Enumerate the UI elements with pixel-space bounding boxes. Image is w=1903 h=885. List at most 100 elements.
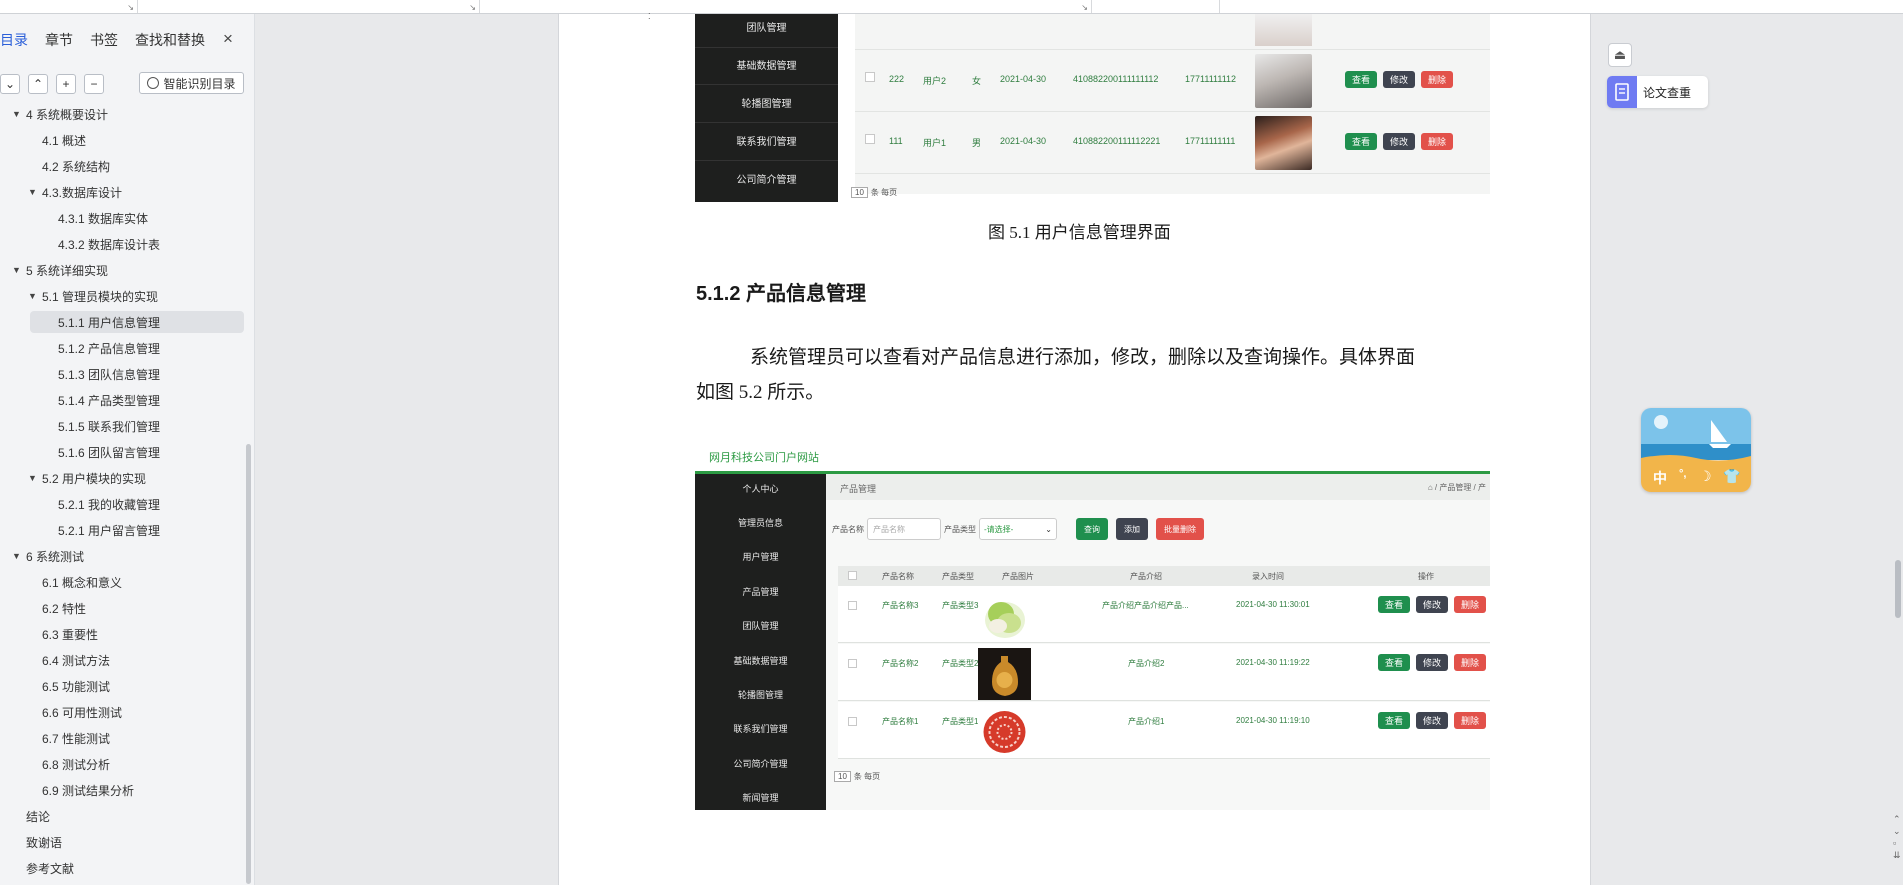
toc-item-label: 6.6 可用性测试 (42, 705, 123, 720)
product-image (978, 648, 1031, 700)
toc-item[interactable]: 6.2 特性 (0, 597, 244, 619)
cell-product-type: 产品类型2 (942, 659, 979, 668)
edit-button[interactable]: 修改 (1416, 654, 1449, 671)
filter-name-label: 产品名称 (832, 524, 864, 534)
menu-item: 公司简介管理 (733, 759, 788, 769)
toc-item[interactable]: 6.7 性能测试 (0, 727, 244, 749)
edit-button[interactable]: 修改 (1383, 133, 1416, 150)
toc-item[interactable]: 4.1 概述 (0, 129, 244, 151)
view-button[interactable]: 查看 (1345, 71, 1378, 88)
delete-button[interactable]: 删除 (1421, 133, 1454, 150)
toc-item[interactable]: 4.3.2 数据库设计表 (30, 233, 244, 255)
collapse-panel-icon[interactable]: ⏏ (1608, 43, 1632, 67)
delete-button[interactable]: 删除 (1454, 654, 1487, 671)
edit-button[interactable]: 修改 (1416, 712, 1449, 729)
ime-chinese-mode[interactable]: 中 (1653, 468, 1667, 488)
chevron-down-icon[interactable]: ⌄ (0, 74, 20, 94)
toolbar-segment[interactable]: ↘ (480, 0, 1092, 13)
plagiarism-check-button[interactable]: 论文查重 (1607, 76, 1708, 108)
figure-5-1-screenshot: 团队管理 基础数据管理 轮播图管理 联系我们管理 公司简介管理 222 用户2 … (695, 14, 1490, 202)
expand-arrow-icon[interactable]: ▼ (12, 265, 21, 275)
toc-item[interactable]: 5.2.1 我的收藏管理 (30, 493, 244, 515)
toc-item[interactable]: 4.3.1 数据库实体 (30, 207, 244, 229)
cell-gender: 女 (972, 76, 982, 86)
toc-item[interactable]: 5.2.1 用户留言管理 (30, 519, 244, 541)
ime-punctuation-mode[interactable]: °, (1679, 468, 1686, 480)
menu-item: 团队管理 (746, 23, 787, 34)
chevron-up-icon[interactable]: ⌃ (28, 74, 48, 94)
toc-item[interactable]: ▼ 4 系统概要设计 (0, 103, 244, 125)
toc-item[interactable]: 5.1.4 产品类型管理 (30, 389, 244, 411)
toc-item[interactable]: 6.3 重要性 (0, 623, 244, 645)
toc-item[interactable]: 4.2 系统结构 (0, 155, 244, 177)
page-size-select[interactable]: 10 (834, 771, 851, 782)
smart-toc-button[interactable]: 智能识别目录 (139, 72, 244, 94)
toc-item[interactable]: 5.1.6 团队留言管理 (30, 441, 244, 463)
view-button[interactable]: 查看 (1378, 712, 1411, 729)
tab-find-replace[interactable]: 查找和替换 (135, 30, 205, 50)
toc-item[interactable]: 5.1.3 团队信息管理 (30, 363, 244, 385)
page-size-label: 条 每页 (870, 188, 898, 197)
toc-item[interactable]: ▼ 5.1 管理员模块的实现 (0, 285, 244, 307)
toc-item[interactable]: 6.8 测试分析 (0, 753, 244, 775)
toc-item-label: 4.3.1 数据库实体 (58, 211, 149, 226)
toolbar-segment[interactable] (1092, 0, 1220, 13)
navigation-pane: 目录 章节 书签 查找和替换 × ⌄ ⌃ + − 智能识别目录 ▼ 4 系统概要设… (0, 14, 255, 885)
toc-item[interactable]: 结论 (0, 805, 244, 827)
menu-item: 个人中心 (742, 484, 779, 494)
view-button[interactable]: 查看 (1378, 596, 1411, 613)
row-actions: 查看 修改 删除 (1378, 712, 1487, 729)
nav-scrollbar[interactable] (246, 444, 251, 884)
toc-item-label: 6.7 性能测试 (42, 731, 111, 746)
toc-item[interactable]: 致谢语 (0, 831, 244, 853)
toc-item[interactable]: 6.6 可用性测试 (0, 701, 244, 723)
toc-item[interactable]: 5.1.5 联系我们管理 (30, 415, 244, 437)
ime-moon-icon[interactable]: ☽ (1699, 468, 1712, 485)
view-button[interactable]: 查看 (1345, 133, 1378, 150)
toolbar-segment[interactable]: ↘ (138, 0, 480, 13)
document-scrollbar-thumb[interactable] (1895, 560, 1901, 618)
scroll-down-icon[interactable]: ⌄ (1893, 826, 1901, 837)
toc-item[interactable]: ▼ 5 系统详细实现 (0, 259, 244, 281)
tab-chapters[interactable]: 章节 (45, 30, 73, 50)
cell-product-type: 产品类型3 (942, 601, 979, 610)
toc-item[interactable]: 6.9 测试结果分析 (0, 779, 244, 801)
toc-item[interactable]: 6.1 概念和意义 (0, 571, 244, 593)
edit-button[interactable]: 修改 (1383, 71, 1416, 88)
plus-icon[interactable]: + (56, 74, 76, 94)
toc-item[interactable]: 6.5 功能测试 (0, 675, 244, 697)
close-icon[interactable]: × (223, 29, 233, 49)
toc-item[interactable]: 5.1.1 用户信息管理 (30, 311, 244, 333)
delete-button[interactable]: 删除 (1454, 712, 1487, 729)
cell-name: 用户2 (923, 76, 947, 86)
expand-arrow-icon[interactable]: ▼ (12, 109, 21, 119)
toolbar-segment[interactable]: ↘ (0, 0, 138, 13)
tab-bookmarks[interactable]: 书签 (90, 30, 118, 50)
expand-arrow-icon[interactable]: ▼ (28, 291, 37, 301)
expand-arrow-icon[interactable]: ▼ (12, 551, 21, 561)
page-icon[interactable]: ▫ (1893, 838, 1896, 848)
add-button: 添加 (1116, 518, 1148, 540)
scroll-up-icon[interactable]: ⌃ (1893, 814, 1901, 825)
figure-5-2-screenshot: 网月科技公司门户网站 个人中心 管理员信息 用户管理 产品管理 团队管理 基础数… (695, 440, 1490, 810)
toc-item[interactable]: 6.4 测试方法 (0, 649, 244, 671)
tab-toc[interactable]: 目录 (0, 30, 28, 50)
delete-button[interactable]: 删除 (1421, 71, 1454, 88)
toc-item[interactable]: ▼ 6 系统测试 (0, 545, 244, 567)
toc-item[interactable]: ▼ 5.2 用户模块的实现 (0, 467, 244, 489)
page-size-select[interactable]: 10 (851, 187, 868, 198)
double-down-icon[interactable]: ⇊ (1893, 850, 1901, 861)
ime-skin-icon[interactable]: 👕 (1723, 468, 1740, 485)
edit-button[interactable]: 修改 (1416, 596, 1449, 613)
view-button[interactable]: 查看 (1378, 654, 1411, 671)
expand-arrow-icon[interactable]: ▼ (28, 187, 37, 197)
toc-item[interactable]: 参考文献 (0, 857, 244, 879)
toc-item[interactable]: ▼ 4.3.数据库设计 (0, 181, 244, 203)
expand-arrow-icon[interactable]: ▼ (28, 473, 37, 483)
toc-item-label: 6.8 测试分析 (42, 757, 111, 772)
ime-floating-toolbar[interactable]: 中 °, ☽ 👕 (1641, 408, 1751, 492)
toc-item[interactable]: 5.1.2 产品信息管理 (30, 337, 244, 359)
menu-item: 基础数据管理 (733, 656, 788, 666)
minus-icon[interactable]: − (84, 74, 104, 94)
delete-button[interactable]: 删除 (1454, 596, 1487, 613)
